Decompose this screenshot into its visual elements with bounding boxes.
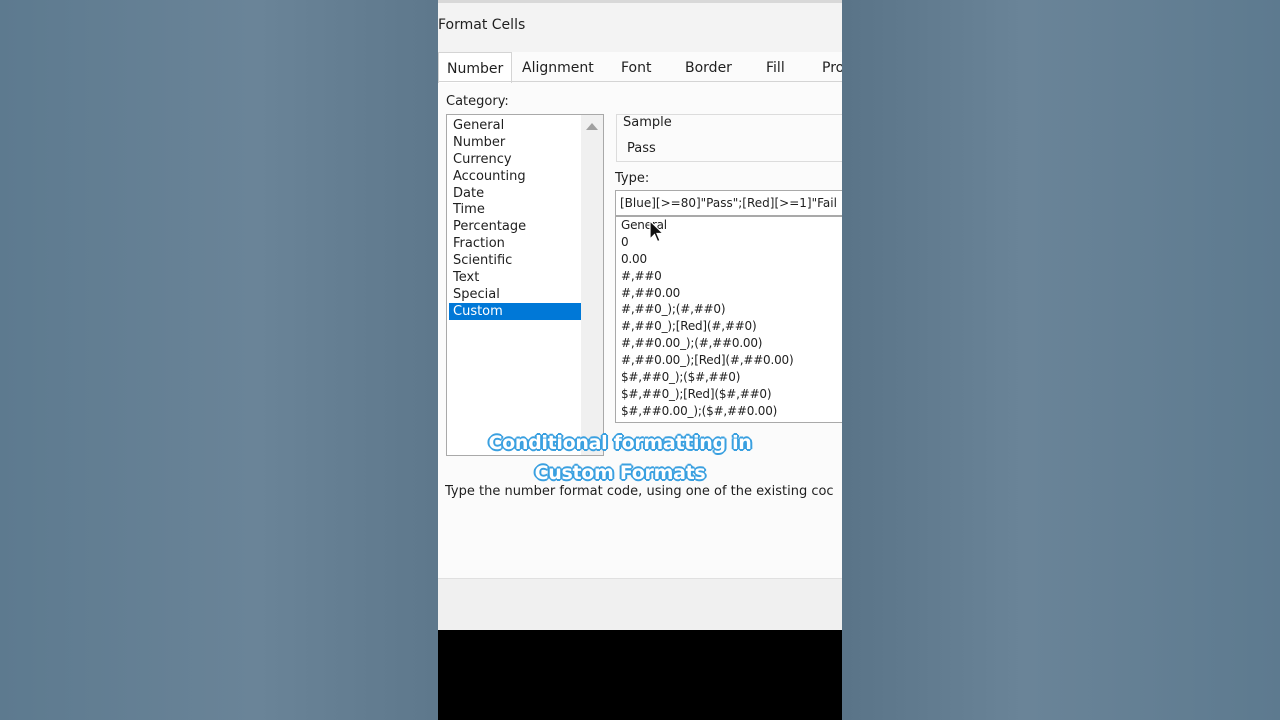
caption-line-1: Conditional formatting in bbox=[488, 432, 752, 454]
sample-value: Pass bbox=[627, 141, 656, 156]
format-item[interactable]: 0.00 bbox=[616, 251, 842, 268]
hint-text: Type the number format code, using one o… bbox=[445, 484, 834, 499]
category-item-special[interactable]: Special bbox=[449, 286, 581, 303]
category-item-time[interactable]: Time bbox=[449, 201, 581, 218]
category-listbox[interactable]: General Number Currency Accounting Date … bbox=[446, 114, 604, 456]
format-item[interactable]: #,##0_);(#,##0) bbox=[616, 301, 842, 318]
format-item[interactable]: $#,##0.00_);($#,##0.00) bbox=[616, 403, 842, 420]
format-item[interactable]: #,##0 bbox=[616, 268, 842, 285]
category-item-accounting[interactable]: Accounting bbox=[449, 168, 581, 185]
type-label: Type: bbox=[615, 171, 650, 186]
tab-number[interactable]: Number bbox=[438, 52, 513, 83]
category-item-date[interactable]: Date bbox=[449, 185, 581, 202]
dialog-footer bbox=[438, 578, 842, 630]
tab-fill[interactable]: Fill bbox=[758, 52, 793, 82]
type-input[interactable]: [Blue][>=80]"Pass";[Red][>=1]"Fail bbox=[615, 190, 842, 216]
category-item-fraction[interactable]: Fraction bbox=[449, 235, 581, 252]
tab-protection[interactable]: Pro bbox=[814, 52, 842, 82]
format-item[interactable]: $#,##0_);($#,##0) bbox=[616, 369, 842, 386]
tab-border[interactable]: Border bbox=[677, 52, 740, 82]
title-bar: Format Cells bbox=[438, 0, 842, 52]
mouse-pointer-icon bbox=[649, 220, 665, 243]
category-item-custom[interactable]: Custom bbox=[449, 302, 581, 320]
category-label: Category: bbox=[446, 94, 509, 109]
category-item-text[interactable]: Text bbox=[449, 269, 581, 286]
category-item-percentage[interactable]: Percentage bbox=[449, 218, 581, 235]
video-caption-overlay: Conditional formatting in Custom Formats bbox=[438, 428, 802, 488]
format-item[interactable]: #,##0.00_);[Red](#,##0.00) bbox=[616, 352, 842, 369]
category-item-general[interactable]: General bbox=[449, 117, 581, 134]
sample-legend: Sample bbox=[620, 115, 675, 130]
format-cells-dialog: Format Cells Number Alignment Font Borde… bbox=[438, 0, 842, 630]
category-list: General Number Currency Accounting Date … bbox=[449, 117, 581, 320]
tab-font[interactable]: Font bbox=[613, 52, 659, 82]
category-item-number[interactable]: Number bbox=[449, 134, 581, 151]
scroll-up-arrow-icon[interactable] bbox=[586, 123, 598, 130]
type-format-list[interactable]: General 0 0.00 #,##0 #,##0.00 #,##0_);(#… bbox=[615, 216, 842, 423]
video-frame: Format Cells Number Alignment Font Borde… bbox=[438, 0, 842, 720]
tab-strip: Number Alignment Font Border Fill Pro bbox=[438, 52, 842, 83]
format-item[interactable]: #,##0.00 bbox=[616, 285, 842, 302]
category-item-currency[interactable]: Currency bbox=[449, 151, 581, 168]
format-item[interactable]: #,##0_);[Red](#,##0) bbox=[616, 318, 842, 335]
tab-divider bbox=[438, 81, 842, 82]
format-item[interactable]: $#,##0_);[Red]($#,##0) bbox=[616, 386, 842, 403]
dialog-title: Format Cells bbox=[438, 17, 526, 33]
category-scrollbar[interactable] bbox=[581, 115, 603, 455]
format-item[interactable]: #,##0.00_);(#,##0.00) bbox=[616, 335, 842, 352]
tab-alignment[interactable]: Alignment bbox=[514, 52, 602, 82]
category-item-scientific[interactable]: Scientific bbox=[449, 252, 581, 269]
